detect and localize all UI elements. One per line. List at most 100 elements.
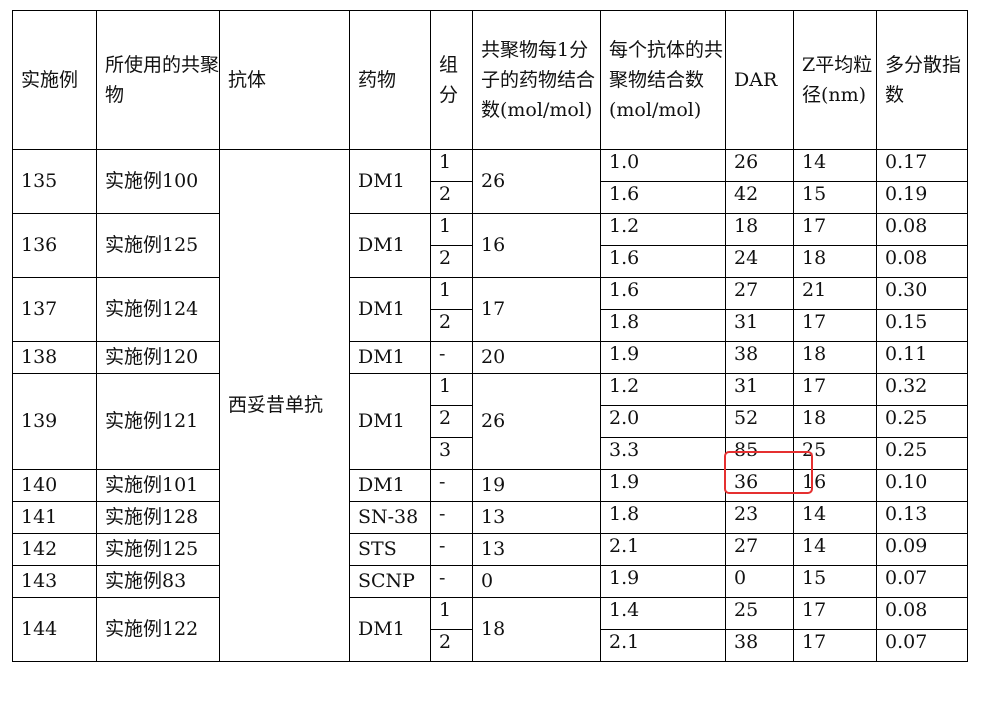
cell-polymer: 实施例100 — [96, 149, 220, 214]
header-polymer-per-antibody: 每个抗体的共聚物结合数(mol/mol) — [600, 10, 726, 150]
cell-polymer-per-antibody: 1.9 — [600, 469, 726, 502]
cell-example: 144 — [12, 597, 97, 662]
cell-dar: 23 — [725, 501, 794, 534]
cell-pdi: 0.07 — [876, 565, 968, 598]
cell-group: - — [430, 341, 473, 374]
cell-pdi: 0.25 — [876, 405, 968, 438]
cell-dar: 0 — [725, 565, 794, 598]
table-row: 141 实施例128 SN-38-13 1.8 23 14 0.13 — [12, 501, 968, 534]
cell-polymer-per-antibody: 1.9 — [600, 565, 726, 598]
cell-z-avg: 17 — [793, 597, 877, 630]
cell-z-avg: 15 — [793, 565, 877, 598]
cell-dar: 38 — [725, 341, 794, 374]
cell-dar: 24 — [725, 245, 794, 278]
cell-polymer-per-antibody: 2.1 — [600, 533, 726, 566]
cell-drug-per-polymer: 17 — [472, 277, 601, 342]
cell-group: 1 — [430, 373, 473, 406]
cell-pdi: 0.32 — [876, 373, 968, 406]
cell-polymer-per-antibody: 1.8 — [600, 501, 726, 534]
cell-z-avg: 17 — [793, 373, 877, 406]
cell-example: 138 — [12, 341, 97, 374]
cell-drug-per-polymer: 20 — [472, 341, 601, 374]
cell-group: 2 — [430, 405, 473, 438]
cell-polymer: 实施例120 — [96, 341, 220, 374]
cell-pdi: 0.10 — [876, 469, 968, 502]
header-group: 组分 — [430, 10, 473, 150]
cell-pdi: 0.08 — [876, 213, 968, 246]
cell-example: 141 — [12, 501, 97, 534]
cell-polymer-per-antibody: 2.0 — [600, 405, 726, 438]
cell-drug-per-polymer: 26 — [472, 373, 601, 470]
cell-group: 2 — [430, 629, 473, 662]
cell-drug-per-polymer: 19 — [472, 469, 601, 502]
cell-polymer: 实施例83 — [96, 565, 220, 598]
cell-drug: DM1 — [349, 149, 431, 214]
cell-dar: 52 — [725, 405, 794, 438]
table-row: 139 实施例121 DM1 1 26 1.2 31 17 0.32 — [12, 373, 968, 470]
cell-z-avg: 14 — [793, 533, 877, 566]
cell-drug: SN-38 — [349, 501, 431, 534]
table-row: 142 实施例125 STS -13 2.1 27 14 0.09 — [12, 533, 968, 566]
cell-z-avg: 17 — [793, 309, 877, 342]
cell-example: 137 — [12, 277, 97, 342]
cell-example: 142 — [12, 533, 97, 566]
cell-pdi: 0.17 — [876, 149, 968, 182]
header-row: 实施例 所使用的共聚物 抗体 药物 组分 共聚物每1分子的药物结合数(mol/m… — [12, 10, 968, 150]
table-row: 137 实施例124 DM1 1 17 1.6 27 21 0.30 — [12, 277, 968, 342]
cell-group: 2 — [430, 181, 473, 214]
cell-dar: 26 — [725, 149, 794, 182]
cell-example: 140 — [12, 469, 97, 502]
cell-polymer: 实施例101 — [96, 469, 220, 502]
cell-polymer-per-antibody: 1.6 — [600, 181, 726, 214]
cell-pdi: 0.30 — [876, 277, 968, 310]
cell-drug-per-polymer: 16 — [472, 213, 601, 278]
cell-pdi: 0.08 — [876, 597, 968, 630]
cell-polymer: 实施例121 — [96, 373, 220, 470]
cell-z-avg: 14 — [793, 149, 877, 182]
table-row: 143 实施例83 SCNP -0 1.9 0 15 0.07 — [12, 565, 968, 598]
cell-z-avg: 17 — [793, 213, 877, 246]
cell-drug: DM1 — [349, 341, 431, 374]
cell-example: 135 — [12, 149, 97, 214]
cell-group: - — [430, 469, 473, 502]
cell-group: 3 — [430, 437, 473, 470]
cell-z-avg: 18 — [793, 245, 877, 278]
cell-group: - — [430, 565, 473, 598]
cell-z-avg: 15 — [793, 181, 877, 214]
cell-polymer-per-antibody: 1.6 — [600, 277, 726, 310]
cell-polymer-per-antibody: 3.3 — [600, 437, 726, 470]
cell-dar: 27 — [725, 277, 794, 310]
cell-polymer: 实施例125 — [96, 533, 220, 566]
cell-drug: DM1 — [349, 597, 431, 662]
cell-group: - — [430, 501, 473, 534]
cell-polymer-per-antibody: 2.1 — [600, 629, 726, 662]
cell-polymer: 实施例124 — [96, 277, 220, 342]
cell-drug: DM1 — [349, 213, 431, 278]
cell-group: 2 — [430, 245, 473, 278]
header-drug: 药物 — [349, 10, 431, 150]
data-table-container: 实施例 所使用的共聚物 抗体 药物 组分 共聚物每1分子的药物结合数(mol/m… — [12, 10, 968, 693]
cell-drug: DM1 — [349, 373, 431, 470]
table-row: 135 实施例100 西妥昔单抗 DM1 1 26 1.0 26 14 0.17 — [12, 149, 968, 662]
cell-group: 1 — [430, 277, 473, 310]
cell-polymer-per-antibody: 1.6 — [600, 245, 726, 278]
table-row: 136 实施例125 DM1 1 16 1.2 18 17 0.08 — [12, 213, 968, 278]
cell-pdi: 0.07 — [876, 629, 968, 662]
cell-group: 1 — [430, 149, 473, 182]
cell-dar: 18 — [725, 213, 794, 246]
cell-group: 2 — [430, 309, 473, 342]
cell-polymer-per-antibody: 1.4 — [600, 597, 726, 630]
cell-group: - — [430, 533, 473, 566]
cell-polymer: 实施例122 — [96, 597, 220, 662]
header-z-avg: Z平均粒径(nm) — [793, 10, 877, 150]
cell-z-avg: 18 — [793, 341, 877, 374]
cell-drug: DM1 — [349, 277, 431, 342]
cell-drug: STS — [349, 533, 431, 566]
cell-drug-per-polymer: 18 — [472, 597, 601, 662]
cell-pdi: 0.25 — [876, 437, 968, 470]
cell-pdi: 0.11 — [876, 341, 968, 374]
cell-dar: 31 — [725, 309, 794, 342]
cell-drug-per-polymer: 26 — [472, 149, 601, 214]
cell-dar: 42 — [725, 181, 794, 214]
cell-polymer: 实施例128 — [96, 501, 220, 534]
